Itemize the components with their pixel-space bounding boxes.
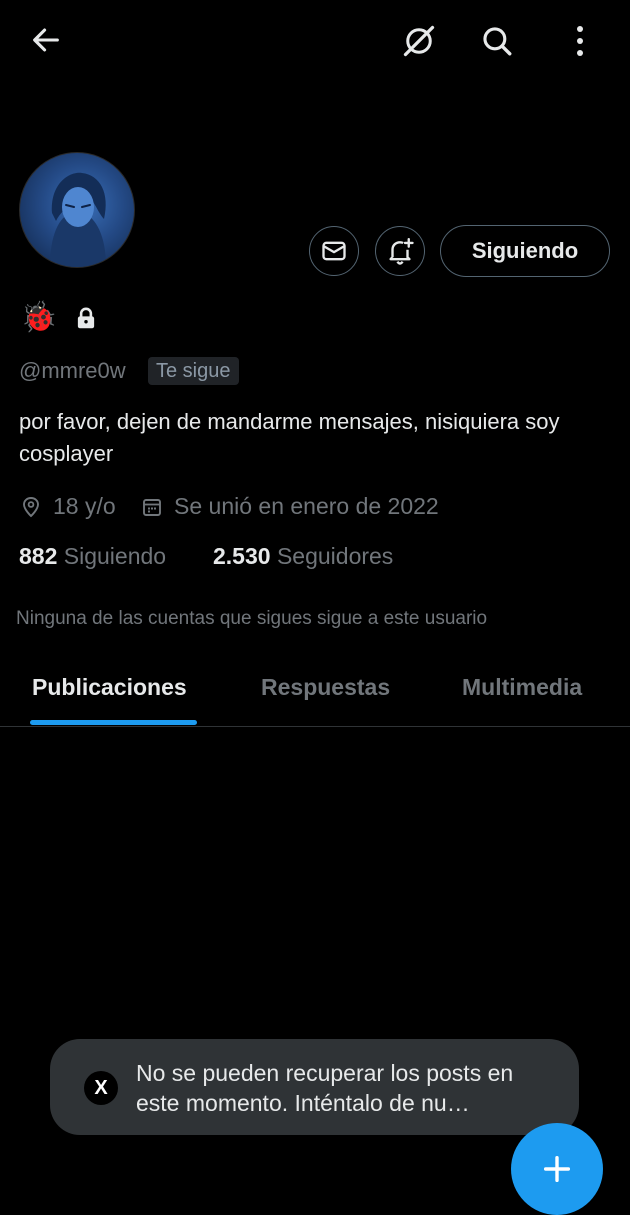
grok-button[interactable] — [396, 18, 442, 64]
following-stat[interactable]: 882 Siguiendo — [19, 543, 166, 570]
grok-icon — [403, 25, 435, 57]
join-date-text: Se unió en enero de 2022 — [174, 493, 439, 519]
tabs-divider — [0, 726, 630, 727]
followers-label: Seguidores — [276, 543, 394, 569]
compose-button[interactable] — [511, 1123, 603, 1215]
calendar-icon — [143, 498, 161, 516]
location-pin-icon — [23, 496, 39, 517]
followers-count: 2.530 — [213, 543, 271, 569]
plus-icon — [543, 1155, 571, 1183]
search-button[interactable] — [474, 18, 520, 64]
lock-icon — [73, 305, 99, 331]
followers-stat[interactable]: 2.530 Seguidores — [213, 543, 393, 570]
tab-multimedia[interactable]: Multimedia — [462, 674, 582, 701]
mutual-followers-note: Ninguna de las cuentas que sigues sigue … — [16, 608, 488, 629]
tab-publicaciones[interactable]: Publicaciones — [32, 674, 187, 701]
avatar[interactable] — [19, 152, 135, 268]
envelope-icon — [322, 241, 346, 261]
message-button[interactable] — [309, 226, 359, 276]
toast-message: No se pueden recuperar los posts en este… — [136, 1060, 514, 1116]
profile-bio: por favor, dejen de mandarme mensajes, n… — [19, 409, 560, 466]
user-handle: @mmre0w — [19, 358, 126, 383]
profile-location: 18 y/o — [19, 493, 116, 520]
search-icon — [483, 27, 512, 56]
arrow-left-icon — [33, 28, 59, 52]
x-logo-icon: X — [84, 1071, 118, 1105]
tab-respuestas[interactable]: Respuestas — [261, 674, 390, 701]
avatar-image — [50, 172, 106, 267]
follows-you-badge: Te sigue — [148, 357, 239, 385]
error-toast: X No se pueden recuperar los posts en es… — [50, 1039, 579, 1135]
following-button[interactable]: Siguiendo — [440, 225, 610, 277]
more-options-button[interactable] — [560, 18, 600, 64]
display-name-emoji: 🐞 — [20, 300, 58, 335]
back-button[interactable] — [22, 18, 70, 62]
following-count: 882 — [19, 543, 58, 569]
location-text: 18 y/o — [53, 493, 116, 519]
following-label: Siguiendo — [63, 543, 167, 569]
active-tab-indicator — [30, 720, 197, 725]
notifications-button[interactable] — [375, 226, 425, 276]
bell-plus-icon — [389, 237, 414, 265]
profile-join-date: Se unió en enero de 2022 — [140, 493, 439, 520]
more-vertical-icon — [577, 26, 583, 56]
